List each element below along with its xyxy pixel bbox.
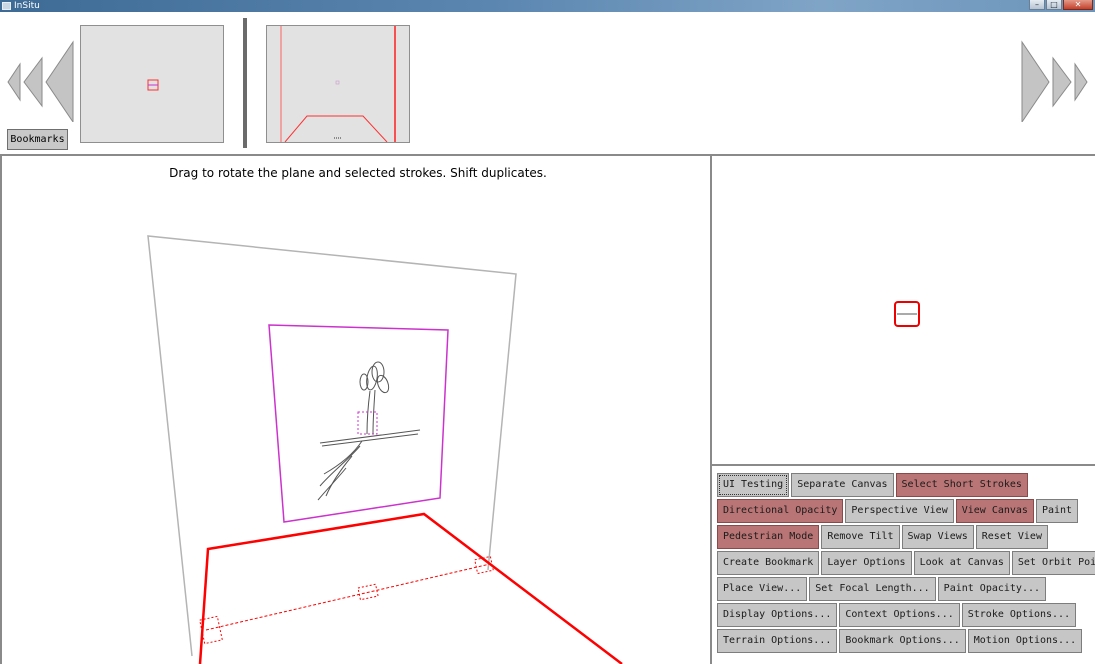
back-plane [147, 235, 517, 657]
button-row: Directional Opacity Perspective View Vie… [717, 499, 1079, 523]
view-canvas-button[interactable]: View Canvas [955, 499, 1034, 523]
ground-axis [205, 563, 491, 631]
bookmark-thumbnail[interactable] [266, 25, 410, 143]
overview-panel[interactable] [712, 156, 1095, 466]
pedestrian-mode-button[interactable]: Pedestrian Mode [717, 525, 820, 549]
context-options-button[interactable]: Context Options... [839, 603, 960, 627]
strip-divider [243, 18, 247, 148]
bookmark-thumbnail-preview [147, 79, 159, 91]
window-title: InSitu [14, 1, 40, 11]
command-button-panel: UI Testing Separate Canvas Select Short … [712, 466, 1095, 664]
set-focal-length-button[interactable]: Set Focal Length... [809, 577, 936, 601]
window-controls: – □ ✕ [1029, 0, 1093, 12]
motion-options-button[interactable]: Motion Options... [967, 629, 1083, 653]
button-row: Terrain Options... Bookmark Options... M… [717, 629, 1083, 653]
button-row: UI Testing Separate Canvas Select Short … [717, 473, 1028, 497]
place-view-button[interactable]: Place View... [717, 577, 808, 601]
terrain-options-button[interactable]: Terrain Options... [717, 629, 838, 653]
button-row: Pedestrian Mode Remove Tilt Swap Views R… [717, 525, 1048, 549]
sketch-strokes [317, 361, 421, 501]
reset-view-button[interactable]: Reset View [975, 525, 1048, 549]
select-short-strokes-button[interactable]: Select Short Strokes [895, 473, 1028, 497]
overview-canvas [894, 301, 920, 327]
perspective-view-button[interactable]: Perspective View [845, 499, 954, 523]
paint-button[interactable]: Paint [1035, 499, 1079, 523]
previous-bookmarks-button[interactable] [0, 12, 80, 122]
main-3d-view[interactable]: Drag to rotate the plane and selected st… [0, 156, 712, 664]
app-icon [2, 2, 11, 10]
minimize-button[interactable]: – [1029, 0, 1045, 10]
button-row: Create Bookmark Layer Options Look at Ca… [717, 551, 1095, 575]
swap-views-button[interactable]: Swap Views [901, 525, 974, 549]
title-bar: InSitu – □ ✕ [0, 0, 1095, 12]
look-at-canvas-button[interactable]: Look at Canvas [913, 551, 1010, 575]
close-button[interactable]: ✕ [1063, 0, 1093, 10]
ground-plane [198, 512, 623, 664]
ui-testing-button[interactable]: UI Testing [717, 473, 790, 497]
scene-canvas[interactable] [2, 156, 710, 664]
bookmark-strip: Bookmarks [0, 12, 1095, 156]
instruction-text: Drag to rotate the plane and selected st… [169, 166, 547, 180]
separate-canvas-button[interactable]: Separate Canvas [791, 473, 894, 497]
remove-tilt-button[interactable]: Remove Tilt [821, 525, 900, 549]
triple-right-triangles-icon [1074, 62, 1088, 102]
bookmarks-button[interactable]: Bookmarks [7, 129, 68, 150]
directional-opacity-button[interactable]: Directional Opacity [717, 499, 844, 523]
bookmark-thumbnail[interactable] [80, 25, 224, 143]
display-options-button[interactable]: Display Options... [717, 603, 838, 627]
stroke-options-button[interactable]: Stroke Options... [961, 603, 1077, 627]
triple-left-triangles-icon [7, 62, 21, 102]
layer-options-button[interactable]: Layer Options [821, 551, 912, 575]
next-bookmarks-button[interactable] [1015, 12, 1095, 122]
maximize-button[interactable]: □ [1046, 0, 1062, 10]
bookmark-thumbnail-preview [280, 26, 396, 143]
button-row: Place View... Set Focal Length... Paint … [717, 577, 1046, 601]
bookmark-options-button[interactable]: Bookmark Options... [839, 629, 966, 653]
paint-opacity-button[interactable]: Paint Opacity... [937, 577, 1046, 601]
set-orbit-point-button[interactable]: Set Orbit Point [1011, 551, 1095, 575]
button-row: Display Options... Context Options... St… [717, 603, 1077, 627]
drawing-canvas-outline [268, 324, 449, 523]
create-bookmark-button[interactable]: Create Bookmark [717, 551, 820, 575]
